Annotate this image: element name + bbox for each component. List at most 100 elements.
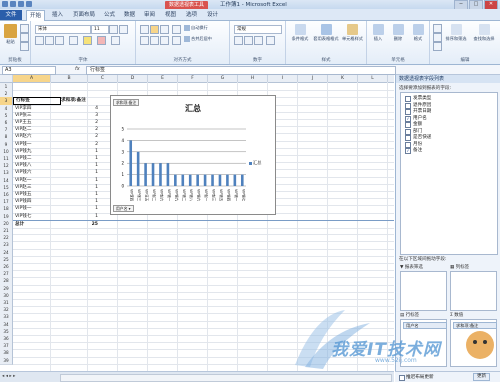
pivot-row-value[interactable]: 1 [61,148,98,155]
grow-font-icon[interactable] [109,25,118,34]
redo-icon[interactable] [26,1,32,7]
bold-icon[interactable] [35,36,44,45]
sort-filter-button[interactable]: 排序和筛选 [444,24,468,42]
number-format-select[interactable]: 常规 [234,25,282,34]
field-item[interactable]: 退件原因 [405,102,431,109]
column-header-e[interactable]: E [148,75,178,82]
find-select-button[interactable]: 查找和选择 [470,24,498,42]
field-checkbox[interactable] [405,128,411,135]
pivot-row-label[interactable]: VIP钱九 [15,148,59,155]
chart-bar[interactable] [188,174,192,186]
column-header-i[interactable]: I [268,75,298,82]
select-all-corner[interactable] [0,75,13,82]
pivot-row-label[interactable]: VIP钱二 [15,155,59,162]
pivot-row-label[interactable]: VIP钱六 [15,169,59,176]
chart-bar[interactable] [203,174,207,186]
chart-bar[interactable] [151,163,155,186]
pivot-row-label[interactable]: VIP王五 [15,119,59,126]
tab-view[interactable]: 视图 [162,10,179,20]
field-item[interactable]: 发票类型 [405,96,431,102]
align-middle-icon[interactable] [150,25,159,34]
field-checkbox[interactable] [405,109,411,115]
field-item[interactable]: ✓ 用户名 [405,115,427,122]
chart-bar[interactable] [129,140,133,186]
pivot-row-label[interactable]: VIP钱四 [15,198,59,205]
field-checkbox[interactable] [405,135,411,141]
column-header-d[interactable]: D [118,75,148,82]
chart-bar[interactable] [181,174,185,186]
pivot-row-value[interactable]: 1 [61,198,98,205]
align-left-icon[interactable] [140,36,149,45]
cut-icon[interactable] [20,24,29,33]
pivot-row-label[interactable]: VIP钱五 [15,191,59,198]
tab-insert[interactable]: 插入 [49,10,66,20]
row-header[interactable]: 39 [0,356,13,365]
field-item[interactable]: 是否快递 [405,135,431,141]
currency-icon[interactable] [234,36,243,45]
field-item[interactable]: ✓ 备注 [405,148,422,154]
align-top-icon[interactable] [140,25,149,34]
chart-bar[interactable] [196,174,199,186]
chart-bar[interactable] [136,151,140,186]
pivot-row-value[interactable]: 1 [61,162,98,169]
pivot-row-label[interactable]: VIP赵六 [15,133,59,140]
align-right-icon[interactable] [160,36,169,45]
pivot-row-value[interactable]: 2 [61,126,98,133]
chart-bar[interactable] [226,174,229,186]
field-checkbox[interactable] [405,122,411,128]
pivot-row-label[interactable]: VIP钱一 [15,205,59,212]
comma-icon[interactable] [254,36,263,45]
chart-bar[interactable] [144,163,147,186]
tab-review[interactable]: 审阅 [141,10,158,20]
chart-bar[interactable] [166,163,170,186]
pivot-row-label[interactable]: VIP赵三 [15,184,59,191]
wrap-text-button[interactable]: 自动换行 [184,25,208,31]
pivot-row-label[interactable]: VIP钱八 [15,162,59,169]
name-box[interactable]: A3 [2,66,56,75]
merge-center-button[interactable]: 合并后居中 [184,36,212,42]
pivot-sum-header[interactable]: 求和项:备注 [61,97,98,104]
pivot-row-value[interactable]: 1 [61,155,98,162]
chart-bar[interactable] [233,174,237,186]
pivot-row-value[interactable]: 2 [61,133,98,140]
pivot-row-label[interactable]: VIP钱七 [15,213,59,220]
column-header-b[interactable]: B [51,75,88,82]
field-item[interactable]: 部门 [405,128,422,135]
chart-bar[interactable] [240,174,244,186]
field-item[interactable]: 开票日期 [405,109,431,115]
pivot-row-value[interactable]: 1 [61,213,98,220]
pivot-row-value[interactable]: 1 [61,191,98,198]
font-color-icon[interactable] [97,36,106,45]
pivot-row-label[interactable]: VIP钱一 [15,141,59,148]
pivot-chart[interactable]: 求和项:备注 汇总 0 1 2 3 4 5 VIP李四 VIP张三 VIP王五 VIP赵二 VIP赵… [110,95,276,215]
tab-data[interactable]: 数据 [121,10,138,20]
field-item[interactable]: 月份 [405,141,422,148]
conditional-format-button[interactable]: 条件格式 [288,24,312,42]
pivot-row-value[interactable]: 1 [61,169,98,176]
defer-update-checkbox[interactable] [399,375,405,381]
column-header-j[interactable]: J [298,75,328,82]
phonetic-icon[interactable] [111,36,120,45]
formula-input[interactable]: 行标签 [86,66,396,75]
underline-icon[interactable] [55,36,64,45]
format-painter-icon[interactable] [20,42,29,51]
pivot-row-value[interactable]: 4 [61,105,98,112]
format-cells-button[interactable]: 格式 [409,24,427,42]
align-bottom-icon[interactable] [160,25,169,34]
field-checkbox[interactable]: ✓ [405,115,411,122]
tab-options[interactable]: 选项 [183,10,200,20]
pivot-row-label[interactable]: VIP李四 [15,105,59,112]
pivot-row-label[interactable]: VIP张三 [15,112,59,119]
field-checkbox[interactable] [405,141,411,148]
column-header-k[interactable]: K [328,75,358,82]
cell-styles-button[interactable]: 单元格样式 [340,24,365,42]
chart-bar[interactable] [174,174,177,186]
border-icon[interactable] [69,36,78,45]
column-header-l[interactable]: L [358,75,388,82]
tab-design[interactable]: 设计 [204,10,221,20]
pivot-row-value[interactable]: 2 [61,141,98,148]
tab-file[interactable]: 文件 [0,10,22,20]
italic-icon[interactable] [45,36,54,45]
font-name-select[interactable]: 宋体 [35,25,91,34]
autosum-icon[interactable] [433,24,442,33]
